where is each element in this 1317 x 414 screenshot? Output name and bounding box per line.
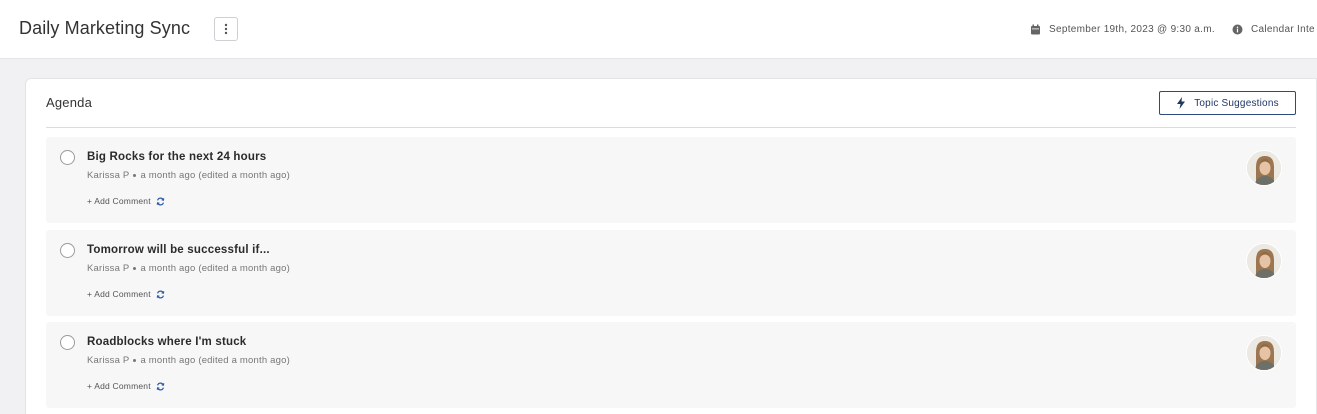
topic-suggestions-label: Topic Suggestions	[1194, 97, 1279, 109]
separator-dot	[133, 359, 137, 362]
add-comment-label: + Add Comment	[87, 289, 151, 299]
agenda-title: Agenda	[46, 95, 93, 110]
agenda-item[interactable]: Tomorrow will be successful if... Kariss…	[46, 230, 1296, 316]
separator-dot	[133, 267, 137, 270]
topic-suggestions-button[interactable]: Topic Suggestions	[1159, 91, 1296, 115]
agenda-item-meta: Karissa P a month ago (edited a month ag…	[87, 263, 290, 274]
add-comment-link[interactable]: + Add Comment	[87, 289, 165, 299]
add-comment-label: + Add Comment	[87, 196, 151, 206]
calendar-icon	[1030, 24, 1041, 35]
complete-radio[interactable]	[60, 243, 75, 258]
meeting-title: Daily Marketing Sync	[19, 18, 191, 38]
agenda-item-author: Karissa P	[87, 170, 130, 181]
meeting-meta: September 19th, 2023 @ 9:30 a.m. Calenda…	[1030, 22, 1315, 36]
refresh-icon[interactable]	[156, 290, 165, 299]
agenda-card: Agenda Topic Suggestions Big Rocks for t…	[25, 78, 1317, 414]
avatar	[1246, 335, 1282, 371]
add-comment-link[interactable]: + Add Comment	[87, 196, 165, 206]
avatar	[1246, 243, 1282, 279]
lightning-bolt-icon	[1176, 97, 1186, 109]
agenda-item-title: Roadblocks where I'm stuck	[87, 336, 247, 348]
kebab-vertical-icon	[224, 23, 228, 35]
refresh-icon[interactable]	[156, 197, 165, 206]
complete-radio[interactable]	[60, 335, 75, 350]
calendar-integration-link[interactable]: Calendar Inte	[1251, 24, 1315, 35]
complete-radio[interactable]	[60, 150, 75, 165]
agenda-item-title: Big Rocks for the next 24 hours	[87, 151, 267, 163]
agenda-item-time: a month ago (edited a month ago)	[140, 263, 290, 274]
agenda-item-meta: Karissa P a month ago (edited a month ag…	[87, 170, 290, 181]
meeting-datetime: September 19th, 2023 @ 9:30 a.m.	[1049, 23, 1215, 35]
more-options-button[interactable]	[214, 17, 238, 41]
refresh-icon[interactable]	[156, 382, 165, 391]
add-comment-link[interactable]: + Add Comment	[87, 381, 165, 391]
agenda-item-author: Karissa P	[87, 355, 130, 366]
agenda-item-meta: Karissa P a month ago (edited a month ag…	[87, 355, 290, 366]
agenda-item[interactable]: Roadblocks where I'm stuck Karissa P a m…	[46, 322, 1296, 408]
agenda-item-time: a month ago (edited a month ago)	[140, 355, 290, 366]
divider	[46, 127, 1296, 128]
agenda-item-author: Karissa P	[87, 263, 130, 274]
top-bar: Daily Marketing Sync September 19th, 202…	[0, 0, 1317, 59]
info-icon	[1232, 24, 1243, 35]
agenda-item-time: a month ago (edited a month ago)	[140, 170, 290, 181]
agenda-item[interactable]: Big Rocks for the next 24 hours Karissa …	[46, 137, 1296, 223]
separator-dot	[133, 174, 137, 177]
avatar	[1246, 150, 1282, 186]
agenda-item-title: Tomorrow will be successful if...	[87, 244, 270, 256]
add-comment-label: + Add Comment	[87, 381, 151, 391]
